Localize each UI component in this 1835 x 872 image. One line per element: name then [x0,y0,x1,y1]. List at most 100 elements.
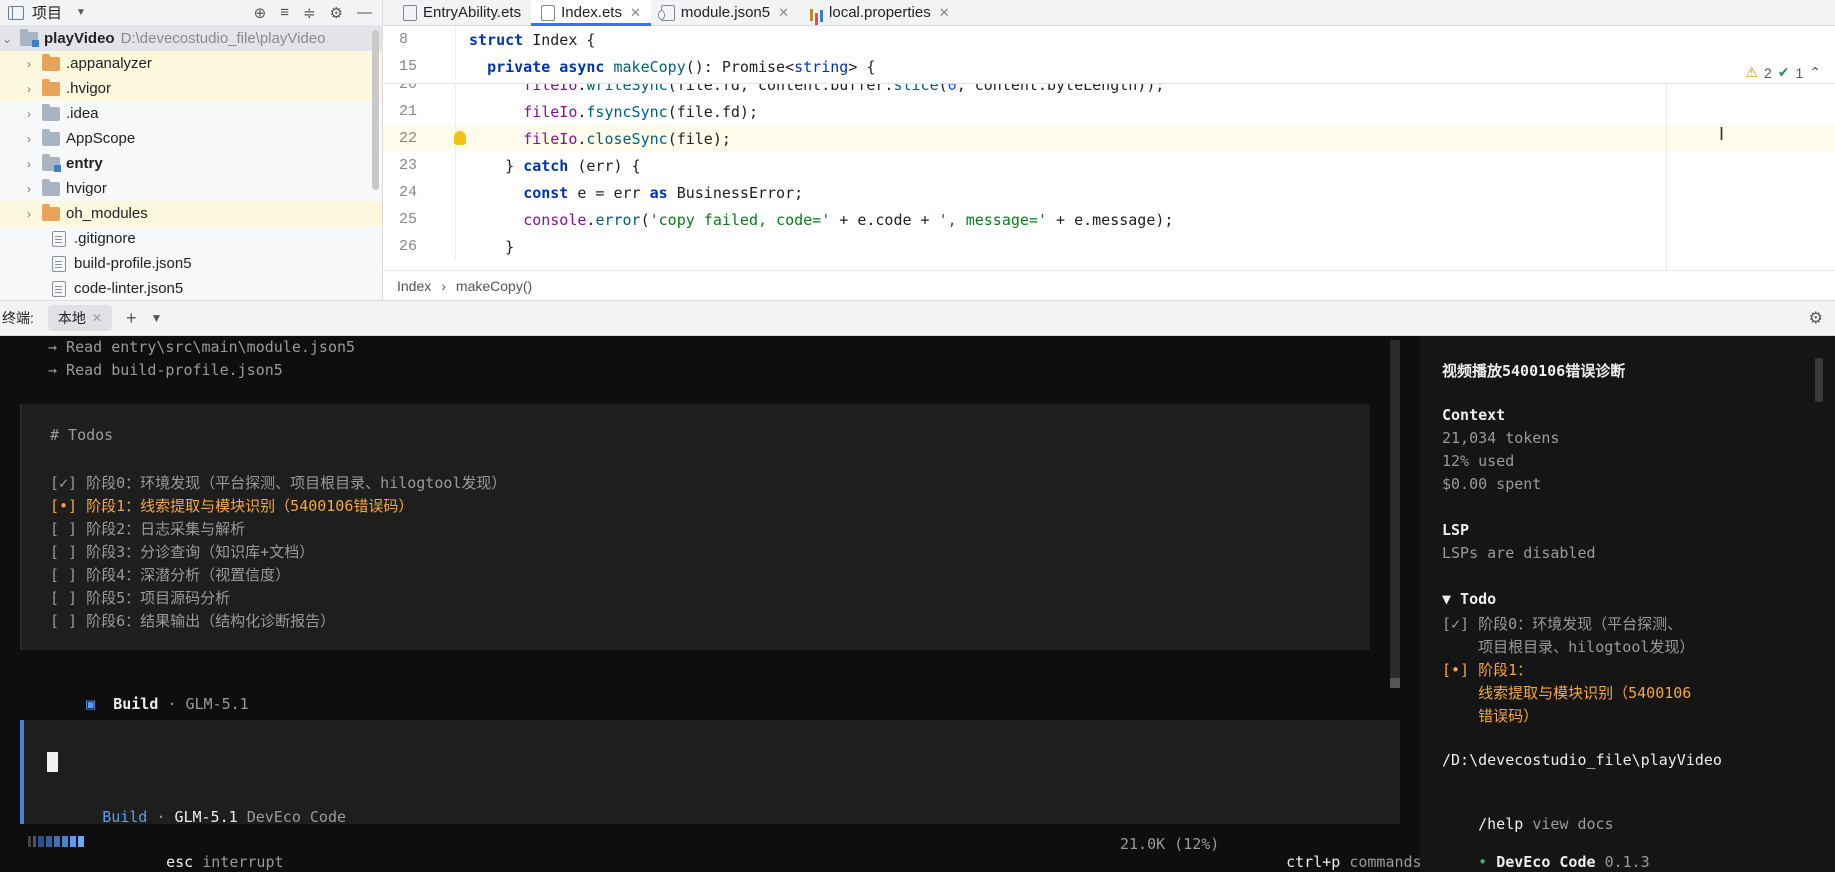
code-line[interactable]: 23 } catch (err) { [383,152,1835,179]
breadcrumb-item[interactable]: makeCopy() [456,278,532,294]
ets-file-icon [403,4,417,21]
chevron-right-icon[interactable]: › [22,157,36,171]
input-cursor [47,752,58,772]
code-line-current[interactable]: 22 fileIo.closeSync(file); [383,125,1835,152]
tab-label: 本地 [57,310,86,326]
todo-line: [✓] 阶段0：环境发现（平台探测、 [1442,615,1683,633]
chevron-right-icon[interactable]: › [22,207,36,221]
code-line[interactable]: 21 fileIo.fsyncSync(file.fd); [383,98,1835,125]
sticky-line[interactable]: 15 private async makeCopy(): Promise<str… [383,53,1835,80]
chevron-down-icon[interactable]: ▼ [150,311,162,325]
minimize-icon[interactable]: — [357,4,372,22]
code-text: const e = err as BusinessError; [523,183,804,202]
json-file-icon [657,4,675,21]
todo-line-active: 线索提取与模块识别（5400106 [1442,684,1692,702]
todo-item: [ ] 阶段3：分诊查询（知识库+文档） [50,543,315,561]
terminal-scrollbar[interactable] [1390,340,1400,688]
gear-icon[interactable]: ⚙ [330,4,343,22]
chevron-up-icon[interactable]: ⌃ [1809,64,1821,81]
breadcrumb-item[interactable]: Index [397,278,431,294]
code-text: struct Index { [469,30,596,49]
chevron-right-icon[interactable]: › [22,82,36,96]
lsp-status: LSPs are disabled [1442,544,1596,562]
chevron-right-icon: › [441,277,446,294]
chevron-right-icon[interactable]: › [22,107,36,121]
project-view-selector[interactable]: 项目 [32,2,62,23]
tree-item-label: .idea [66,105,99,122]
tree-item-appscope[interactable]: › AppScope [0,126,382,151]
tab-local-properties[interactable]: local.properties ✕ [799,0,960,25]
sticky-scroll-header[interactable]: 8 struct Index { 15 private async makeCo… [383,26,1835,84]
module-folder-icon [20,28,39,47]
tree-item-label: .appanalyzer [66,55,152,72]
context-heading: Context [1442,406,1506,424]
code-line[interactable]: 26 } [383,233,1835,260]
chevron-right-icon[interactable]: › [22,182,36,196]
tab-module-json5[interactable]: module.json5 ✕ [651,0,799,25]
chevron-right-icon[interactable]: › [22,132,36,146]
folder-icon [42,78,60,96]
code-line[interactable]: 25 console.error('copy failed, code=' + … [383,206,1835,233]
chevron-down-icon[interactable]: ⌄ [0,32,14,46]
gear-icon[interactable]: ⚙ [1809,308,1823,328]
warning-icon: ⚠ [1745,64,1758,80]
tab-local-terminal[interactable]: 本地 ✕ [47,305,112,331]
prompt-input[interactable]: Build · GLM-5.1 DevEco Code [20,720,1400,826]
json-file-icon [52,255,66,272]
code-line[interactable]: 20 fileIo.writeSync(file.fd, content.buf… [383,84,1835,98]
esc-hint: esc interrupt [166,853,284,871]
tree-scrollbar[interactable] [372,30,379,190]
sticky-line[interactable]: 8 struct Index { [383,26,1835,53]
todo-heading[interactable]: ▼ Todo [1442,590,1496,608]
line-number: 15 [399,58,418,75]
collapse-all-icon[interactable]: ≑ [303,4,316,22]
tree-item-code-linter[interactable]: code-linter.json5 [0,276,382,300]
info-scrollbar[interactable] [1815,358,1823,402]
code-text: fileIo.writeSync(file.fd, content.buffer… [523,84,1165,94]
locate-icon[interactable]: ⊕ [254,4,267,22]
project-toolbar: 项目 ▼ ⊕ ≡ ≑ ⚙ — [0,0,382,26]
expand-all-icon[interactable]: ≡ [280,4,289,22]
tree-item-oh-modules[interactable]: › oh_modules [0,201,382,226]
terminal-output[interactable]: → Read entry\src\main\module.json5 → Rea… [0,336,1420,872]
close-icon[interactable]: ✕ [778,5,789,21]
add-terminal-icon[interactable]: + [126,308,137,329]
product-version: • DevEco Code 0.1.3 [1478,853,1650,871]
code-line[interactable]: 24 const e = err as BusinessError; [383,179,1835,206]
warning-count: 2 [1763,64,1772,81]
close-icon[interactable]: ✕ [92,311,102,325]
tree-item-playvideo[interactable]: ⌄ playVideo D:\devecostudio_file\playVid… [0,26,382,51]
tree-item-label: entry [66,155,103,172]
context-tokens: 21,034 tokens [1442,429,1560,447]
tree-item-entry[interactable]: › entry [0,151,382,176]
tab-label: Index.ets [561,4,622,21]
tree-item-appanalyzer[interactable]: › .appanalyzer [0,51,382,76]
chevron-down-icon[interactable]: ▼ [76,7,86,18]
working-directory: /D:\devecostudio_file\playVideo [1442,751,1722,769]
lightbulb-icon[interactable] [454,131,466,145]
todo-line-active: [•] 阶段1： [1442,661,1533,679]
tab-index[interactable]: Index.ets ✕ [531,0,651,26]
folder-icon [42,203,60,221]
tab-label: local.properties [829,4,931,21]
inspection-widget[interactable]: ⚠ 2 ✔ 1 ⌃ [1745,64,1821,81]
tree-item-gitignore[interactable]: .gitignore [0,226,382,251]
line-number: 26 [399,238,418,255]
close-icon[interactable]: ✕ [939,5,950,21]
line-number: 20 [399,84,418,93]
tree-item-hvigor[interactable]: › hvigor [0,176,382,201]
todos-block: # Todos [✓] 阶段0：环境发现（平台探测、项目根目录、hilogtoo… [20,404,1370,650]
tree-item-build-profile[interactable]: build-profile.json5 [0,251,382,276]
tree-item-idea[interactable]: › .idea [0,101,382,126]
tree-item-label: playVideo [44,30,115,47]
code-area[interactable]: 20 fileIo.writeSync(file.fd, content.buf… [383,84,1835,270]
token-usage: 21.0K (12%) [1120,835,1220,853]
folder-icon [42,178,60,196]
todo-item: [ ] 阶段5：项目源码分析 [50,589,231,607]
file-icon [52,230,66,247]
chevron-right-icon[interactable]: › [22,57,36,71]
ok-count: 1 [1795,64,1804,81]
close-icon[interactable]: ✕ [630,5,641,21]
tree-item-hvigor-hidden[interactable]: › .hvigor [0,76,382,101]
tab-entryability[interactable]: EntryAbility.ets [393,0,531,25]
